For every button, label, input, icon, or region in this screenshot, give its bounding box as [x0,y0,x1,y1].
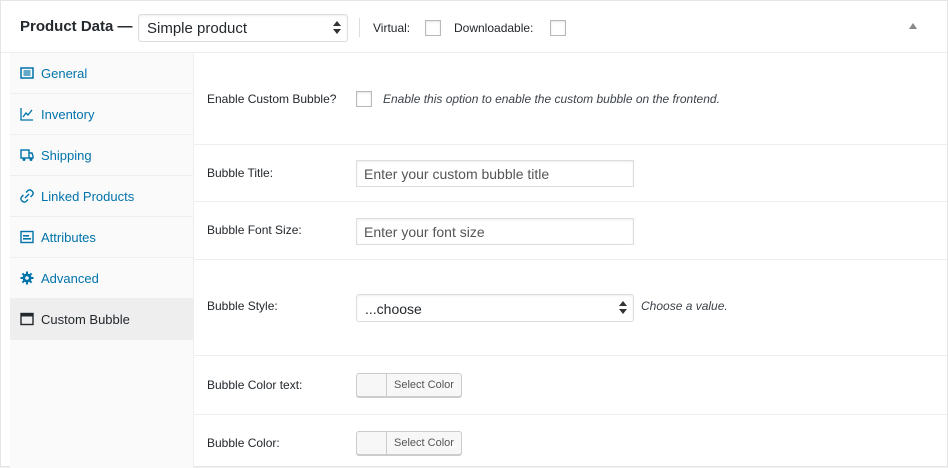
select-arrows-icon [333,21,341,35]
inventory-icon [20,108,33,121]
panel-header: Product Data — Simple product Virtual: D… [1,1,947,53]
gear-icon [20,271,34,285]
select-arrows-icon [619,301,627,315]
bubble-font-size-label: Bubble Font Size: [207,223,302,237]
bubble-style-label: Bubble Style: [207,299,278,313]
link-icon [20,189,34,203]
tab-custom-bubble[interactable]: Custom Bubble [10,299,193,340]
tab-label: Linked Products [41,189,135,204]
product-data-panel: Product Data — Simple product Virtual: D… [0,0,948,468]
tab-label: Inventory [41,107,95,122]
tab-attributes[interactable]: Attributes [10,217,193,258]
collapse-toggle-icon[interactable] [909,23,917,29]
bubble-font-size-input[interactable] [356,218,634,245]
color-swatch [357,374,387,396]
bubble-style-description: Choose a value. [641,299,728,313]
enable-bubble-description: Enable this option to enable the custom … [383,92,720,106]
bubble-style-value: ...choose [365,301,422,317]
product-type-select[interactable]: Simple product [138,14,348,42]
bubble-title-label: Bubble Title: [207,166,274,180]
tab-label: General [41,66,88,81]
tab-label: Attributes [41,230,96,245]
tab-advanced[interactable]: Advanced [10,258,193,299]
bubble-font-size-row: Bubble Font Size: [194,202,947,260]
bubble-style-select[interactable]: ...choose [356,294,634,322]
tab-linked-products[interactable]: Linked Products [10,176,193,217]
downloadable-checkbox[interactable] [550,20,566,36]
bubble-color-picker[interactable]: Select Color [356,431,462,455]
enable-bubble-label: Enable Custom Bubble? [207,92,337,106]
select-color-label: Select Color [394,379,454,391]
attributes-icon [20,230,34,244]
custom-bubble-panel: Enable Custom Bubble? Enable this option… [194,53,947,468]
general-icon [20,67,34,79]
bubble-color-row: Bubble Color: Select Color [194,415,947,468]
tab-label: Advanced [41,271,99,286]
tab-label: Custom Bubble [41,312,130,327]
tab-label: Shipping [41,148,92,163]
virtual-label: Virtual: [373,21,411,35]
bubble-color-text-picker[interactable]: Select Color [356,373,462,397]
bubble-color-text-label: Bubble Color text: [207,378,303,392]
window-icon [20,312,34,326]
header-divider [359,18,360,37]
product-type-value: Simple product [147,20,248,37]
virtual-checkbox[interactable] [425,20,441,36]
bubble-title-row: Bubble Title: [194,145,947,202]
product-data-tabs: General Inventory Shipping Linked Produc… [10,53,194,468]
tab-general[interactable]: General [10,53,193,94]
enable-bubble-row: Enable Custom Bubble? Enable this option… [194,53,947,145]
tab-inventory[interactable]: Inventory [10,94,193,135]
shipping-icon [20,149,34,161]
downloadable-label: Downloadable: [454,21,534,35]
select-color-label: Select Color [394,437,454,449]
bubble-color-label: Bubble Color: [207,436,280,450]
bubble-title-input[interactable] [356,160,634,187]
enable-bubble-checkbox[interactable] [356,91,372,107]
color-swatch [357,432,387,454]
tab-shipping[interactable]: Shipping [10,135,193,176]
panel-title: Product Data — [20,18,133,35]
bubble-color-text-row: Bubble Color text: Select Color [194,356,947,415]
bubble-style-row: Bubble Style: ...choose Choose a value. [194,260,947,356]
